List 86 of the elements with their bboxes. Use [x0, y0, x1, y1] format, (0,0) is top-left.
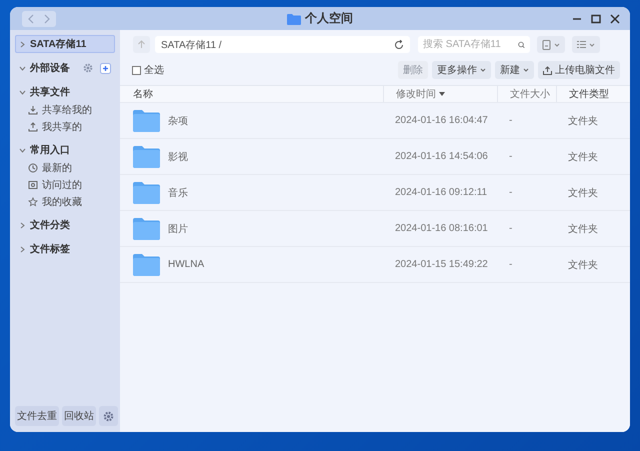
file-name: HWLNA	[168, 259, 204, 270]
settings-icon[interactable]	[83, 63, 93, 73]
search-icon	[518, 40, 525, 50]
caret-icon	[480, 68, 486, 72]
folder-icon	[133, 110, 160, 132]
file-row[interactable]: 影视 2024-01-16 14:54:06 - 文件夹	[120, 139, 630, 175]
sort-caret-icon	[439, 92, 445, 96]
modified-time: 2024-01-16 14:54:06	[395, 151, 488, 162]
modified-time: 2024-01-16 16:04:47	[395, 115, 488, 126]
settings-button[interactable]	[99, 406, 118, 426]
sidebar-section[interactable]: 文件分类	[15, 216, 115, 234]
file-size: -	[509, 151, 512, 162]
chevron-icon	[19, 222, 26, 228]
column-header[interactable]: 文件大小	[497, 86, 556, 102]
path-field[interactable]: SATA存储11 /	[155, 36, 410, 53]
file-type: 文件夹	[568, 150, 598, 164]
sidebar-item[interactable]: 访问过的	[15, 176, 115, 193]
clock-icon	[28, 162, 38, 172]
sidebar-section[interactable]: 文件标签	[15, 240, 115, 258]
file-name: 杂项	[168, 114, 188, 128]
sidebar-section[interactable]: SATA存储11	[15, 35, 115, 53]
file-size: -	[509, 115, 512, 126]
sidebar-item[interactable]: 我的收藏	[15, 193, 115, 210]
folder-icon	[133, 182, 160, 204]
chevron-icon	[19, 40, 26, 48]
sidebar-item[interactable]: 我共享的	[15, 118, 115, 135]
file-size: -	[509, 187, 512, 198]
modified-time: 2024-01-16 09:12:11	[395, 187, 488, 198]
sidebar-item[interactable]: 最新的	[15, 159, 115, 176]
modified-time: 2024-01-15 15:49:22	[395, 259, 488, 270]
up-arrow-icon	[137, 40, 146, 49]
folder-icon	[133, 146, 160, 168]
maximize-icon[interactable]	[591, 14, 601, 24]
file-row[interactable]: HWLNA 2024-01-15 15:49:22 - 文件夹	[120, 247, 630, 283]
upload-tray-icon	[28, 122, 38, 132]
caret-icon	[523, 68, 529, 72]
file-type: 文件夹	[568, 258, 598, 272]
star-icon	[28, 196, 38, 206]
file-row[interactable]: 图片 2024-01-16 08:16:01 - 文件夹	[120, 211, 630, 247]
settings-icon	[103, 410, 114, 422]
upload-icon	[543, 66, 552, 74]
column-header[interactable]: 名称	[120, 86, 383, 102]
file-row[interactable]: 音乐 2024-01-16 09:12:11 - 文件夹	[120, 175, 630, 211]
caret-icon	[589, 42, 595, 46]
file-name: 影视	[168, 150, 188, 164]
file-type: 文件夹	[568, 186, 598, 200]
file-row[interactable]: 杂项 2024-01-16 16:04:47 - 文件夹	[120, 103, 630, 139]
file-type: 文件夹	[568, 114, 598, 128]
footer-button[interactable]: 回收站	[62, 406, 96, 426]
view-menu-button[interactable]	[572, 36, 600, 53]
file-type: 文件夹	[568, 222, 598, 236]
sidebar-section[interactable]: 常用入口	[15, 141, 115, 159]
search-field[interactable]: 搜索 SATA存储11	[418, 36, 530, 53]
up-button[interactable]	[133, 36, 150, 53]
window-title: 个人空间	[305, 10, 353, 27]
navigation-buttons[interactable]	[22, 10, 56, 26]
file-name: 图片	[168, 222, 188, 236]
caret-icon	[554, 42, 560, 46]
modified-time: 2024-01-16 08:16:01	[395, 223, 488, 234]
folder-icon	[133, 218, 160, 240]
chevron-icon	[19, 246, 26, 252]
action-button[interactable]: 新建	[495, 61, 534, 79]
refresh-icon[interactable]	[394, 40, 404, 50]
image-frame-icon	[28, 180, 38, 190]
file-size: -	[509, 259, 512, 270]
close-icon[interactable]	[610, 14, 620, 24]
download-tray-icon	[28, 104, 38, 114]
add-icon[interactable]	[100, 62, 111, 74]
chevron-icon	[19, 64, 26, 72]
sidebar-item[interactable]: 共享给我的	[15, 101, 115, 118]
folder-icon	[133, 254, 160, 276]
select-all-checkbox[interactable]: 全选	[132, 63, 164, 77]
column-header[interactable]: 修改时间	[383, 86, 497, 102]
action-button[interactable]: 更多操作	[432, 61, 491, 79]
file-name: 音乐	[168, 186, 188, 200]
sidebar-section[interactable]: 外部设备	[15, 59, 115, 77]
sidebar-section[interactable]: 共享文件	[15, 83, 115, 101]
column-header[interactable]: 文件类型	[556, 86, 630, 102]
folder-icon	[287, 12, 301, 24]
chevron-icon	[19, 88, 26, 96]
chevron-icon	[19, 146, 26, 154]
action-button[interactable]: 上传电脑文件	[538, 61, 620, 79]
list-view-icon	[577, 40, 586, 49]
file-size: -	[509, 223, 512, 234]
storage-menu-button[interactable]	[537, 36, 565, 53]
footer-button[interactable]: 文件去重	[15, 406, 59, 426]
